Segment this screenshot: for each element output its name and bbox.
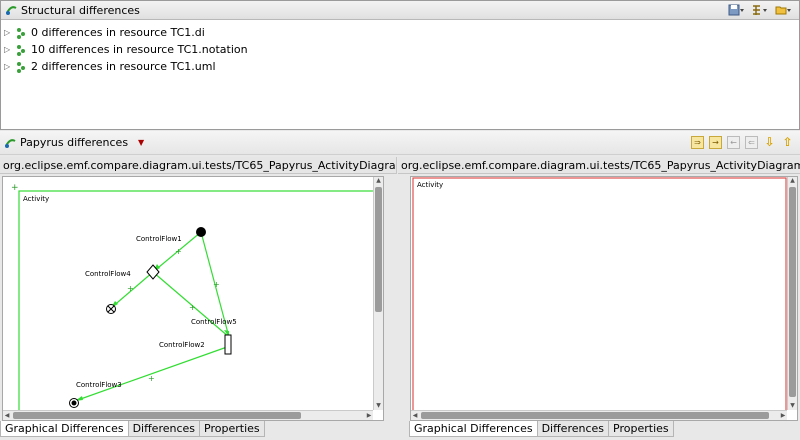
- folder-icon: [775, 6, 791, 15]
- svg-text:+: +: [213, 280, 220, 289]
- view-menu-dropdown-icon[interactable]: ▼: [138, 138, 144, 147]
- scroll-down-arrow-icon[interactable]: ▼: [788, 402, 797, 410]
- flow-final-node[interactable]: [106, 304, 116, 314]
- scroll-right-arrow-icon[interactable]: ▶: [779, 411, 787, 420]
- left-resource-path: org.eclipse.emf.compare.diagram.ui.tests…: [0, 157, 397, 174]
- right-vertical-scrollbar[interactable]: ▲ ▼: [787, 177, 797, 410]
- save-dropdown-button[interactable]: [727, 3, 745, 17]
- control-flow-2-label[interactable]: ControlFlow2: [159, 341, 205, 349]
- left-vertical-scrollbar[interactable]: ▲ ▼: [373, 177, 383, 410]
- difference-tree-icon: [17, 27, 25, 39]
- expand-triangle-icon[interactable]: ▷: [4, 45, 16, 54]
- left-viewer-tabs: Graphical Differences Differences Proper…: [0, 421, 265, 437]
- svg-text:+: +: [175, 247, 182, 256]
- tab-properties[interactable]: Properties: [199, 421, 265, 437]
- activity-frame[interactable]: [18, 190, 373, 410]
- svg-text:+: +: [189, 303, 196, 312]
- compare-icon: [6, 6, 17, 15]
- structural-tree: ▷ 0 differences in resource TC1.di ▷ 10 …: [1, 20, 799, 75]
- expand-triangle-icon[interactable]: ▷: [4, 62, 16, 71]
- tab-graphical-differences[interactable]: Graphical Differences: [409, 421, 538, 437]
- initial-node[interactable]: [196, 227, 206, 237]
- previous-difference-icon[interactable]: ⇧: [781, 136, 794, 149]
- right-resource-path: org.eclipse.emf.compare.diagram.ui.tests…: [398, 157, 800, 174]
- join-node[interactable]: [224, 334, 232, 355]
- tree-row-label: 10 differences in resource TC1.notation: [31, 43, 248, 56]
- control-flow-3-label[interactable]: ControlFlow3: [76, 381, 122, 389]
- right-activity-diagram: Activity: [412, 177, 787, 410]
- papyrus-differences-panel: Papyrus differences ▼ ⇒ → ← ⇐ ⇩ ⇧ org.ec…: [0, 131, 800, 440]
- next-difference-icon[interactable]: ⇩: [763, 136, 776, 149]
- copy-all-left-to-right-button[interactable]: ⇒: [691, 136, 704, 149]
- difference-tree-icon: [17, 61, 25, 73]
- control-flow-5-label[interactable]: ControlFlow5: [191, 318, 237, 326]
- scroll-left-arrow-icon[interactable]: ◀: [411, 411, 419, 420]
- papyrus-differences-header: Papyrus differences ▼ ⇒ → ← ⇐ ⇩ ⇧: [0, 131, 800, 155]
- filter-icon: [753, 5, 767, 15]
- compare-icon: [5, 138, 16, 148]
- scroll-right-arrow-icon[interactable]: ▶: [365, 411, 373, 420]
- edge-difference-markers: + + + + +: [127, 247, 220, 383]
- copy-left-to-right-button[interactable]: →: [709, 136, 722, 149]
- left-diagram-viewer[interactable]: Activity + + + + + + ControlFlow1 Contro…: [2, 176, 384, 421]
- scroll-thumb[interactable]: [421, 412, 769, 419]
- scroll-thumb[interactable]: [789, 187, 796, 397]
- tab-differences[interactable]: Differences: [536, 421, 610, 437]
- tree-row[interactable]: ▷ 0 differences in resource TC1.di: [1, 24, 799, 41]
- scroll-thumb[interactable]: [375, 187, 382, 312]
- papyrus-differences-title: Papyrus differences: [20, 136, 129, 149]
- structural-toolbar: [727, 3, 793, 17]
- control-flow-1-label[interactable]: ControlFlow1: [136, 235, 182, 243]
- filter-dropdown-button[interactable]: [751, 3, 769, 17]
- tab-differences[interactable]: Differences: [127, 421, 201, 437]
- scroll-left-arrow-icon[interactable]: ◀: [3, 411, 11, 420]
- tree-row-label: 0 differences in resource TC1.di: [31, 26, 205, 39]
- activity-final-node[interactable]: [69, 398, 79, 408]
- scroll-down-arrow-icon[interactable]: ▼: [374, 402, 383, 410]
- left-activity-diagram: Activity + + + + + + ControlFlow1 Contro…: [11, 183, 373, 410]
- save-icon: [728, 4, 744, 16]
- tab-graphical-differences[interactable]: Graphical Differences: [0, 421, 129, 437]
- copy-right-to-left-button[interactable]: ←: [727, 136, 740, 149]
- right-diagram-viewer[interactable]: Activity ▲ ▼ ◀ ▶: [410, 176, 798, 421]
- tree-row[interactable]: ▷ 2 differences in resource TC1.uml: [1, 58, 799, 75]
- copy-all-right-to-left-button[interactable]: ⇐: [745, 136, 758, 149]
- svg-text:+: +: [127, 284, 134, 293]
- structural-differences-header: Structural differences: [1, 1, 799, 20]
- open-folder-dropdown-button[interactable]: [775, 3, 793, 17]
- expand-triangle-icon[interactable]: ▷: [4, 28, 16, 37]
- svg-text:+: +: [148, 374, 155, 383]
- structural-differences-panel: Structural differences ▷ 0 differences i…: [0, 0, 800, 130]
- tree-row-label: 2 differences in resource TC1.uml: [31, 60, 216, 73]
- papyrus-toolbar: ⇒ → ← ⇐ ⇩ ⇧: [691, 136, 794, 149]
- right-horizontal-scrollbar[interactable]: ◀ ▶: [411, 410, 787, 420]
- activity-frame-label: Activity: [417, 181, 443, 189]
- scroll-up-arrow-icon[interactable]: ▲: [788, 177, 797, 185]
- scroll-up-arrow-icon[interactable]: ▲: [374, 177, 383, 185]
- activity-frame-label: Activity: [23, 195, 49, 203]
- tree-row[interactable]: ▷ 10 differences in resource TC1.notatio…: [1, 41, 799, 58]
- right-viewer-tabs: Graphical Differences Differences Proper…: [409, 421, 674, 437]
- control-flow-4-label[interactable]: ControlFlow4: [85, 270, 131, 278]
- left-horizontal-scrollbar[interactable]: ◀ ▶: [3, 410, 373, 420]
- scroll-thumb[interactable]: [13, 412, 301, 419]
- tab-properties[interactable]: Properties: [608, 421, 674, 437]
- difference-tree-icon: [17, 44, 25, 56]
- activity-frame[interactable]: [412, 177, 787, 410]
- structural-differences-title: Structural differences: [21, 3, 140, 17]
- add-difference-marker-icon: +: [11, 183, 19, 193]
